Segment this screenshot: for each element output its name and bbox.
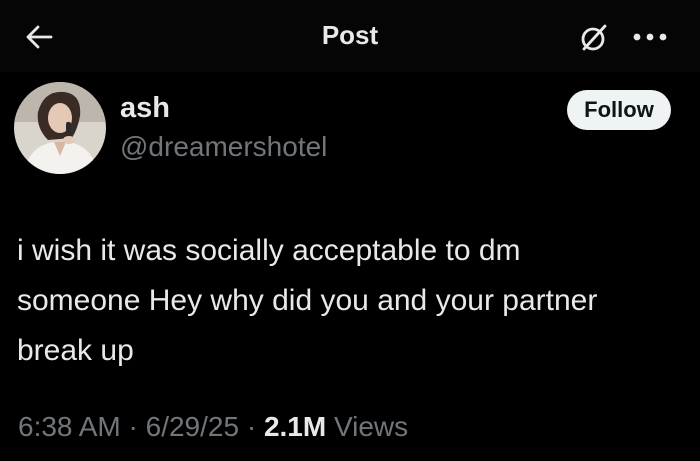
- post-text-line: i wish it was socially acceptable to dm: [17, 234, 521, 267]
- post-date[interactable]: 6/29/25: [146, 411, 239, 442]
- author-display-name[interactable]: ash: [120, 92, 170, 125]
- grok-icon: [581, 24, 607, 51]
- views-count[interactable]: 2.1M: [264, 411, 326, 442]
- meta-separator: ·: [120, 411, 146, 442]
- post-meta: 6:38 AM · 6/29/25 · 2.1M Views: [18, 411, 408, 443]
- follow-button[interactable]: Follow: [567, 90, 671, 130]
- more-horizontal-icon: [633, 33, 667, 41]
- post-text-line: someone Hey why did you and your partner: [17, 284, 598, 317]
- avatar[interactable]: [14, 82, 106, 174]
- post-body: i wish it was socially acceptable to dm …: [17, 226, 687, 376]
- avatar-image: [14, 82, 106, 174]
- author-handle[interactable]: @dreamershotel: [120, 131, 327, 163]
- post-text-line: break up: [17, 334, 134, 367]
- post-time[interactable]: 6:38 AM: [18, 411, 121, 442]
- grok-button[interactable]: [576, 20, 612, 56]
- top-bar: Post: [0, 0, 700, 72]
- meta-separator: ·: [239, 411, 264, 442]
- views-label: Views: [326, 411, 409, 442]
- more-options-button[interactable]: [628, 20, 672, 54]
